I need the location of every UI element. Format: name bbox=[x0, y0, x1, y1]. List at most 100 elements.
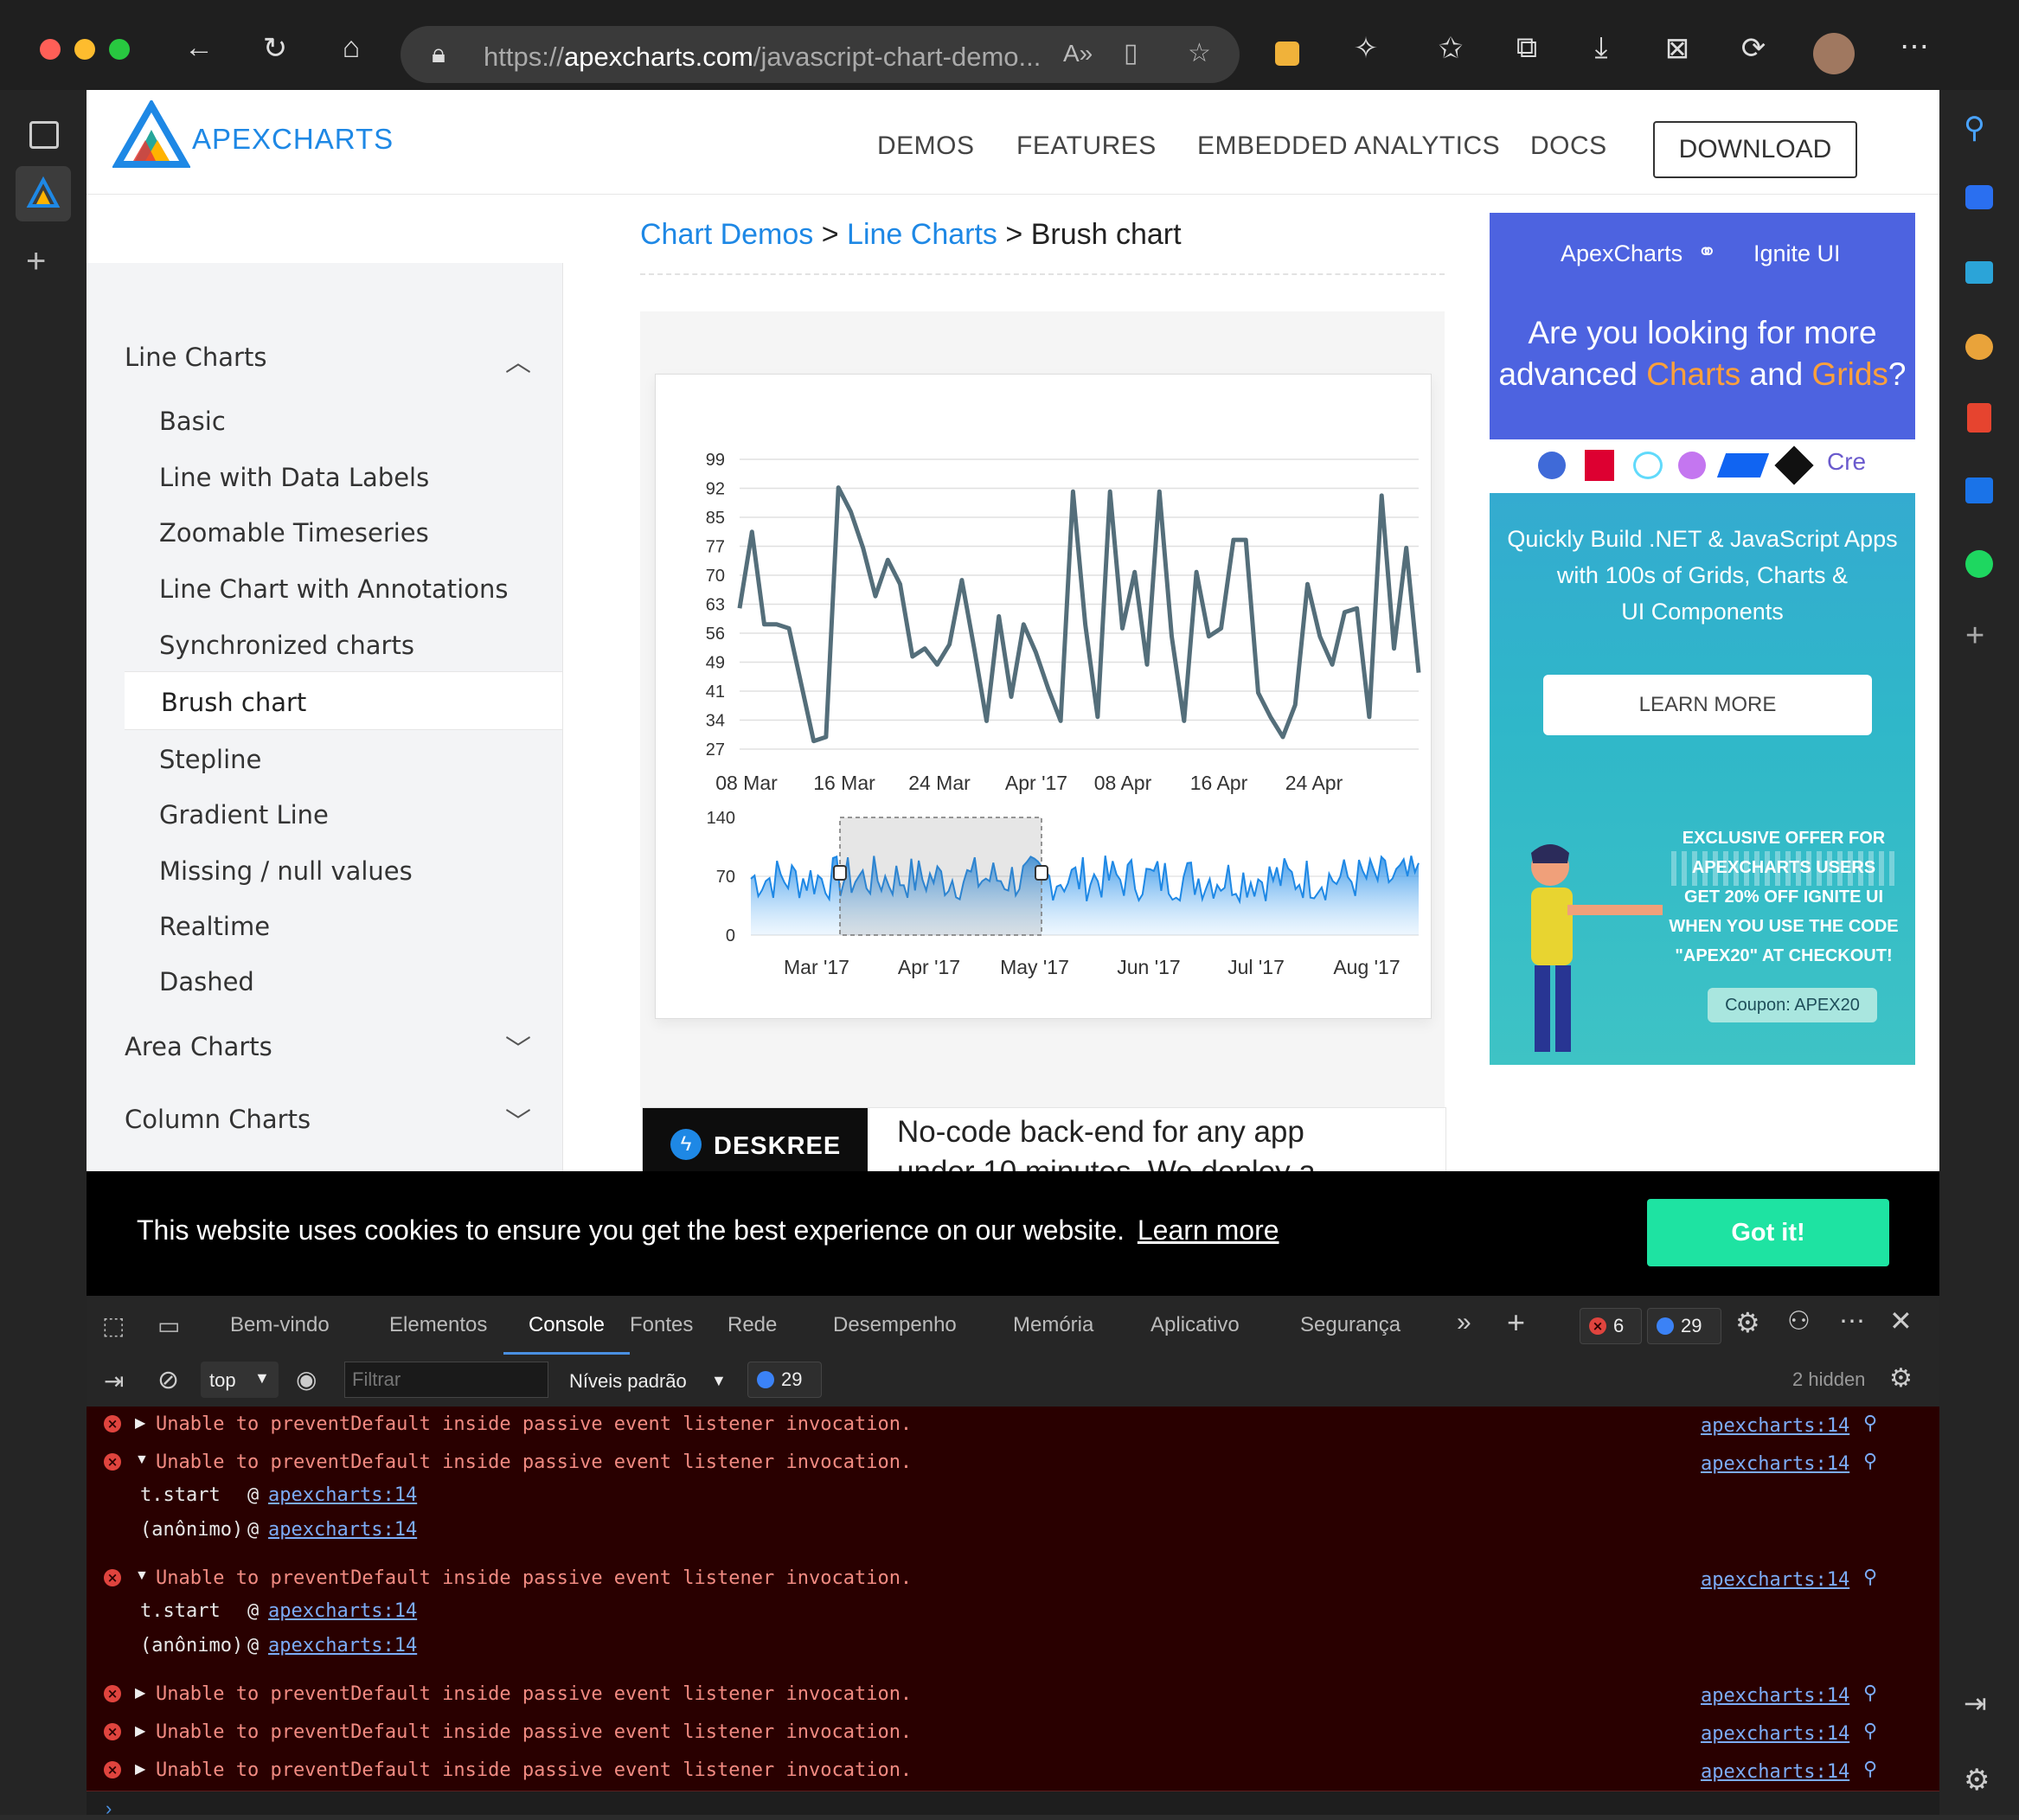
expanded-triangle-icon[interactable]: ▼ bbox=[135, 1568, 149, 1584]
search-icon[interactable]: ⚲ bbox=[1964, 111, 1985, 145]
math-solver-icon[interactable]: ⊠ bbox=[1656, 31, 1699, 66]
expanded-triangle-icon[interactable]: ▼ bbox=[135, 1452, 149, 1468]
tab-seguranca[interactable]: Segurança bbox=[1300, 1313, 1400, 1337]
performance-icon[interactable]: ⟳ bbox=[1732, 31, 1775, 66]
console-source-link[interactable]: apexcharts:14 bbox=[1701, 1761, 1849, 1783]
deskree-ad[interactable]: ϟ DESKREE No-code back-end for any app u… bbox=[642, 1107, 1446, 1171]
close-window-button[interactable] bbox=[40, 39, 61, 60]
inspect-element-icon[interactable]: ⬚ bbox=[102, 1311, 125, 1340]
new-tab-icon[interactable]: + bbox=[26, 242, 46, 281]
console-error-row[interactable]: × ▶ Unable to preventDefault inside passiv… bbox=[87, 1753, 1939, 1791]
extensions-icon[interactable]: ✧ bbox=[1344, 31, 1388, 66]
nav-demos[interactable]: DEMOS bbox=[877, 131, 975, 161]
maximize-window-button[interactable] bbox=[109, 39, 130, 60]
apexcharts-logo-icon[interactable] bbox=[112, 100, 190, 170]
more-tabs-icon[interactable]: » bbox=[1457, 1308, 1471, 1337]
add-favorite-icon[interactable]: ☆ bbox=[1188, 38, 1211, 68]
shopping-icon[interactable] bbox=[1965, 185, 1993, 209]
url-text[interactable]: https://apexcharts.com/javascript-chart-… bbox=[484, 42, 1041, 73]
device-emulation-icon[interactable]: ▭ bbox=[157, 1311, 180, 1340]
sidebar-item-brush-active[interactable]: Brush chart bbox=[125, 671, 562, 730]
tab-fontes[interactable]: Fontes bbox=[630, 1313, 693, 1337]
logo-text[interactable]: APEXCHARTS bbox=[192, 123, 394, 156]
collapsed-triangle-icon[interactable]: ▶ bbox=[135, 1760, 145, 1778]
console-source-link[interactable]: apexcharts:14 bbox=[1701, 1415, 1849, 1437]
office-icon[interactable] bbox=[1967, 403, 1991, 433]
sidebar-item-basic[interactable]: Basic bbox=[159, 407, 226, 436]
search-icon[interactable]: ⚲ bbox=[1863, 1758, 1877, 1780]
feedback-icon[interactable]: ⚇ bbox=[1787, 1306, 1811, 1336]
levels-message-badge[interactable]: 29 bbox=[747, 1362, 822, 1398]
console-source-link[interactable]: apexcharts:14 bbox=[1701, 1453, 1849, 1475]
sidebar-item-line-annotations[interactable]: Line Chart with Annotations bbox=[159, 574, 508, 604]
console-source-link[interactable]: apexcharts:14 bbox=[1701, 1569, 1849, 1591]
profile-avatar[interactable] bbox=[1813, 33, 1855, 74]
nav-embedded-analytics[interactable]: EMBEDDED ANALYTICS bbox=[1197, 131, 1500, 161]
cookie-learn-more-link[interactable]: Learn more bbox=[1138, 1214, 1279, 1246]
sidebar-item-line-data-labels[interactable]: Line with Data Labels bbox=[159, 463, 429, 492]
add-tab-icon[interactable]: + bbox=[1507, 1304, 1525, 1341]
console-error-row[interactable]: × ▶ Unable to preventDefault inside passiv… bbox=[87, 1407, 1939, 1445]
sidebar-section-area-charts[interactable]: Area Charts bbox=[125, 1032, 272, 1061]
tab-desempenho[interactable]: Desempenho bbox=[833, 1313, 957, 1337]
spotify-icon[interactable] bbox=[1965, 550, 1993, 578]
collapsed-triangle-icon[interactable]: ▶ bbox=[135, 1722, 145, 1740]
collapsed-triangle-icon[interactable]: ▶ bbox=[135, 1414, 145, 1432]
immersive-reader-icon[interactable]: ▯ bbox=[1124, 38, 1138, 68]
address-bar[interactable]: 🔒︎ https://apexcharts.com/javascript-cha… bbox=[401, 26, 1240, 83]
console-prompt-icon[interactable]: › bbox=[106, 1798, 112, 1820]
console-source-link[interactable]: apexcharts:14 bbox=[1701, 1723, 1849, 1745]
download-button[interactable]: DOWNLOAD bbox=[1653, 121, 1857, 178]
live-expression-icon[interactable]: ◉ bbox=[296, 1365, 317, 1394]
console-error-row[interactable]: × ▼ Unable to preventDefault inside passiv… bbox=[87, 1560, 1939, 1677]
console-settings-icon[interactable]: ⚙ bbox=[1889, 1363, 1913, 1394]
stack-frame-link[interactable]: apexcharts:14 bbox=[268, 1484, 417, 1506]
back-icon[interactable]: ← bbox=[177, 31, 221, 65]
tab-bem-vindo[interactable]: Bem-vindo bbox=[230, 1313, 330, 1337]
console-error-row[interactable]: × ▶ Unable to preventDefault inside passiv… bbox=[87, 1714, 1939, 1753]
error-count-badge[interactable]: × 6 bbox=[1580, 1308, 1642, 1344]
sidebar-item-synchronized[interactable]: Synchronized charts bbox=[159, 631, 414, 660]
console-error-row[interactable]: × ▼ Unable to preventDefault inside passiv… bbox=[87, 1445, 1939, 1561]
sidebar-item-zoomable-timeseries[interactable]: Zoomable Timeseries bbox=[159, 518, 429, 548]
favorites-icon[interactable]: ✩ bbox=[1429, 31, 1472, 66]
sidebar-section-column-charts[interactable]: Column Charts bbox=[125, 1105, 311, 1134]
search-icon[interactable]: ⚲ bbox=[1863, 1720, 1877, 1742]
close-devtools-icon[interactable]: ✕ bbox=[1889, 1304, 1913, 1337]
apexcharts-tab[interactable] bbox=[16, 166, 71, 221]
breadcrumb-line-charts[interactable]: Line Charts bbox=[847, 218, 997, 251]
nav-docs[interactable]: DOCS bbox=[1530, 131, 1607, 161]
sidebar-section-line-charts[interactable]: Line Charts bbox=[125, 343, 266, 372]
tab-memoria[interactable]: Memória bbox=[1013, 1313, 1093, 1337]
sidebar-item-realtime[interactable]: Realtime bbox=[159, 912, 270, 941]
games-icon[interactable] bbox=[1965, 334, 1993, 360]
tab-rede[interactable]: Rede bbox=[727, 1313, 777, 1337]
sidebar-settings-icon[interactable]: ⚙ bbox=[1964, 1763, 1990, 1798]
log-levels-select[interactable]: Níveis padrão ▼ bbox=[569, 1362, 742, 1398]
tab-aplicativo[interactable]: Aplicativo bbox=[1151, 1313, 1240, 1337]
console-source-link[interactable]: apexcharts:14 bbox=[1701, 1685, 1849, 1707]
console-error-row[interactable]: × ▶ Unable to preventDefault inside passiv… bbox=[87, 1676, 1939, 1715]
context-select[interactable]: top ▼ bbox=[201, 1362, 279, 1398]
stack-frame-link[interactable]: apexcharts:14 bbox=[268, 1600, 417, 1622]
search-icon[interactable]: ⚲ bbox=[1863, 1450, 1877, 1472]
collections-icon[interactable]: ⧉ bbox=[1505, 31, 1548, 65]
read-aloud-icon[interactable]: A» bbox=[1063, 40, 1093, 67]
chevron-down-icon[interactable]: ﹀ bbox=[505, 1028, 531, 1066]
stack-frame-link[interactable]: apexcharts:14 bbox=[268, 1635, 417, 1657]
stack-frame-link[interactable]: apexcharts:14 bbox=[268, 1519, 417, 1541]
more-menu-icon[interactable]: ⋯ bbox=[1893, 29, 1936, 64]
sidebar-item-gradient-line[interactable]: Gradient Line bbox=[159, 800, 329, 830]
ignite-ui-ad[interactable]: ApexCharts ⚭ Ignite UI Are you looking f… bbox=[1490, 213, 1915, 1065]
minimize-window-button[interactable] bbox=[74, 39, 95, 60]
chevron-down-icon[interactable]: ﹀ bbox=[505, 1100, 531, 1138]
devtools-more-icon[interactable]: ⋯ bbox=[1839, 1306, 1865, 1336]
outlook-icon[interactable] bbox=[1965, 477, 1993, 503]
brush-chart[interactable]: 99 92 85 77 70 63 56 49 41 34 27 08 Mar 16 Mar 24 Mar… bbox=[656, 375, 1431, 1018]
sidebar-item-stepline[interactable]: Stepline bbox=[159, 745, 261, 774]
sidebar-toggle-icon[interactable]: ⇥ bbox=[104, 1367, 124, 1395]
tab-console[interactable]: Console bbox=[503, 1296, 630, 1355]
search-icon[interactable]: ⚲ bbox=[1863, 1682, 1877, 1704]
reload-icon[interactable]: ↻ bbox=[253, 31, 297, 66]
tab-elementos[interactable]: Elementos bbox=[389, 1313, 487, 1337]
